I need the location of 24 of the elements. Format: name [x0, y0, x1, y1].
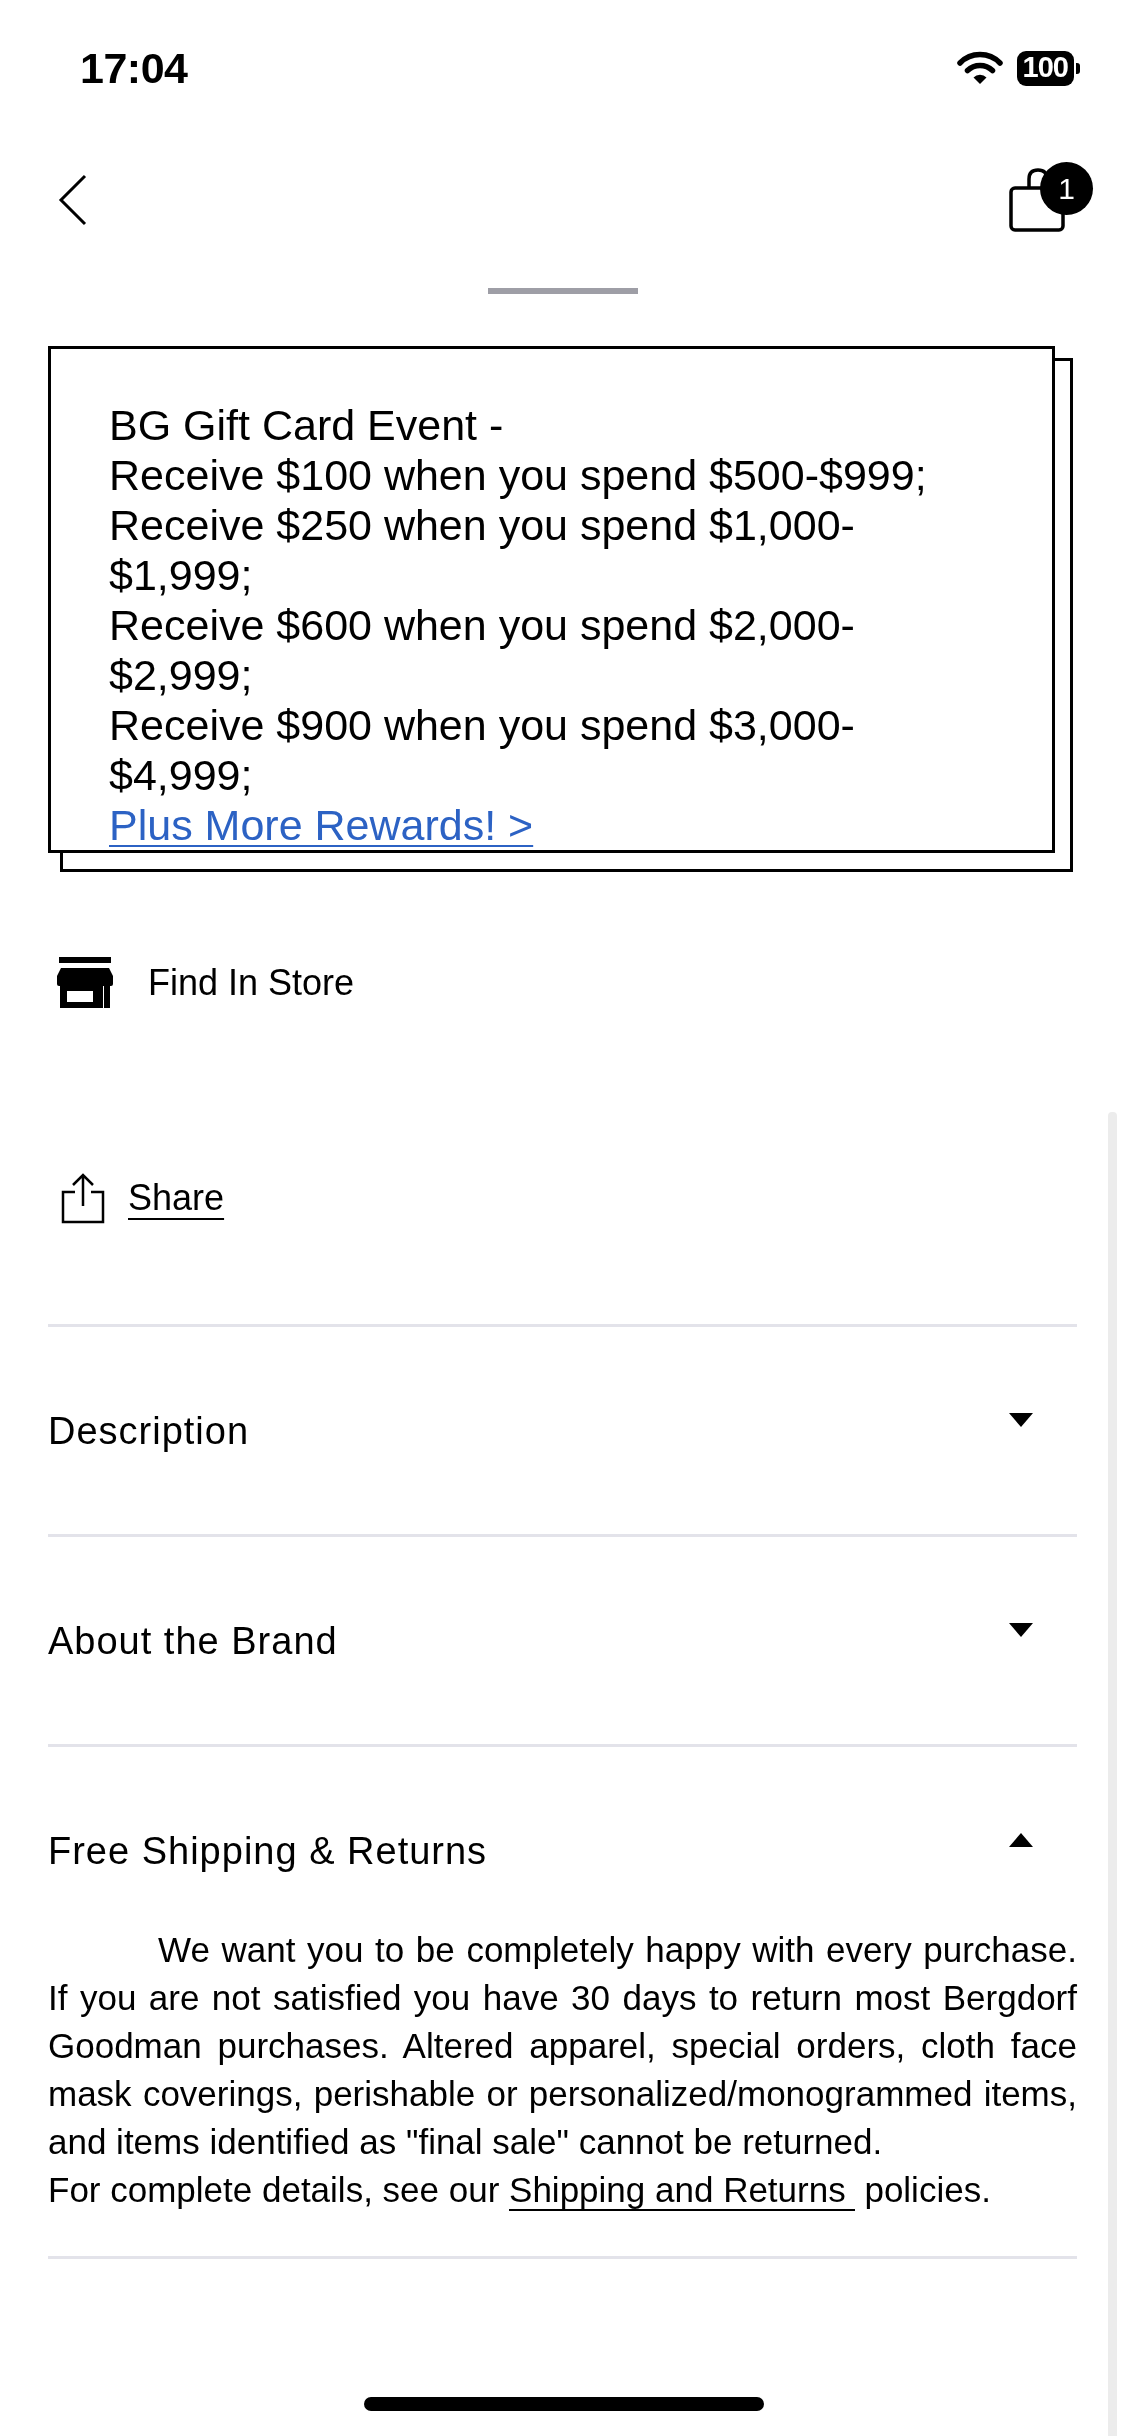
chevron-left-icon [58, 174, 88, 226]
section-header[interactable]: Description [48, 1327, 1077, 1534]
wifi-icon [956, 51, 1003, 85]
back-button[interactable] [58, 174, 88, 226]
shipping-returns-link[interactable]: Shipping and Returns [509, 2170, 855, 2211]
promo-offer-text: Receive $100 when you spend $500-$999; [109, 450, 928, 500]
section-header[interactable]: Free Shipping & Returns [48, 1747, 1077, 1926]
cart-count-badge: 1 [1040, 162, 1093, 215]
promo-offer-text: Receive $900 when you spend $3,000-$4,999; [109, 700, 856, 800]
policy-text: We want you to be completely happy with every purchase. If you are not satisfied you have 30 days to return most Bergdorf Goodman purchases. Altered apparel, special orders, cloth face mask coverings, perishable or personalized/monogrammed items, and items identified as "final sale" cannot be returned. [48, 1929, 1077, 2163]
section-header[interactable]: About the Brand [48, 1537, 1077, 1744]
policy-details-text: For complete details, see our Shipping and Returns policies. [48, 2169, 992, 2213]
promo-title: BG Gift Card Event - [109, 400, 505, 450]
battery-percentage: 100 [1016, 50, 1074, 86]
status-time: 17:04 [80, 46, 188, 90]
rewards-link[interactable]: Plus More Rewards! > [109, 801, 534, 849]
store-icon [57, 957, 113, 1008]
cart-button[interactable]: 1 [1009, 164, 1093, 236]
sheet-handle[interactable] [487, 288, 638, 294]
promo-offer-text: Receive $600 when you spend $2,000-$2,999; [109, 600, 856, 700]
share-button[interactable]: Share [57, 1172, 225, 1224]
promo-offer-text: Receive $250 when you spend $1,000-$1,999; [109, 500, 856, 600]
share-icon [61, 1172, 105, 1224]
find-in-store-button[interactable]: Find In Store [57, 957, 355, 1008]
